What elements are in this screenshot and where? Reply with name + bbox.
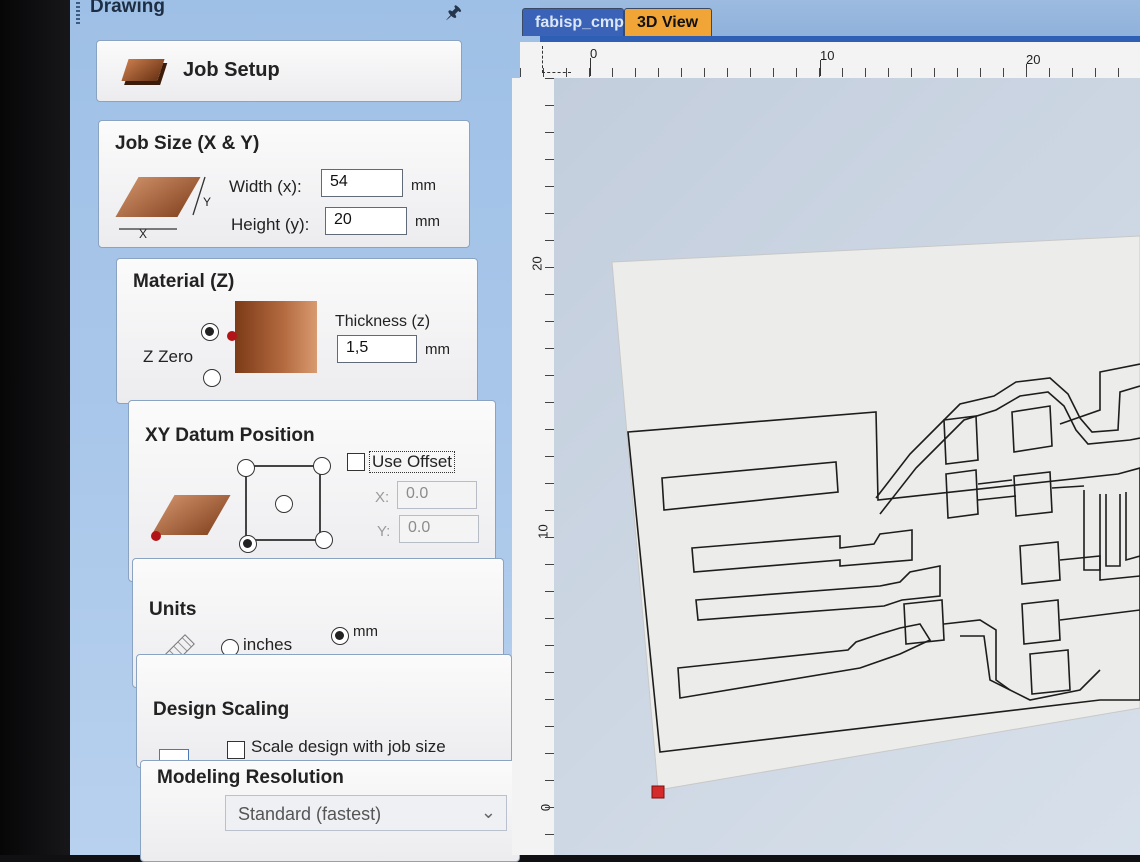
job-sheet <box>611 235 1140 791</box>
material-section: Material (Z) Z Zero Thickness (z) 1,5 mm <box>116 258 478 404</box>
dimension-arrows-icon <box>119 176 206 230</box>
datum-center-radio[interactable] <box>275 495 293 513</box>
height-label: Height (y): <box>231 215 310 234</box>
datum-plate-icon <box>151 495 231 535</box>
material-block-icon <box>235 301 317 373</box>
panel-grip-icon[interactable] <box>76 2 80 24</box>
units-mm-label: mm <box>353 623 378 640</box>
job-size-section: Job Size (X & Y) X Y Width (x): 54 mm He… <box>98 120 470 248</box>
scale-design-checkbox[interactable] <box>227 741 245 759</box>
drawing-panel: Drawing 🖈 Job Setup Job Size (X & Y) X Y… <box>70 0 542 862</box>
modeling-resolution-section: Modeling Resolution Standard (fastest) ⌄ <box>140 760 520 862</box>
job-setup-label: Job Setup <box>183 59 280 81</box>
chevron-down-icon: ⌄ <box>480 802 496 822</box>
thickness-unit: mm <box>425 341 450 358</box>
zzero-top-radio[interactable] <box>201 323 219 341</box>
use-offset-checkbox[interactable] <box>347 453 365 471</box>
xy-datum-title: XY Datum Position <box>145 425 315 446</box>
panel-title: Drawing <box>90 0 165 17</box>
thickness-input[interactable]: 1,5 <box>337 335 417 363</box>
units-inches-label: inches <box>243 635 293 654</box>
resolution-selected-value: Standard (fastest) <box>238 804 382 824</box>
pin-icon[interactable]: 🖈 <box>445 0 462 30</box>
monitor-bezel <box>0 0 70 855</box>
resolution-select[interactable]: Standard (fastest) ⌄ <box>225 795 507 831</box>
job-size-title: Job Size (X & Y) <box>115 133 260 154</box>
width-unit: mm <box>411 177 436 194</box>
job-setup-icon <box>121 59 165 81</box>
units-mm-radio[interactable] <box>331 627 349 645</box>
job-setup-header: Job Setup <box>96 40 462 102</box>
offset-x-input[interactable]: 0.0 <box>397 481 477 509</box>
document-area: fabisp_cmp 3D View 0 10 20 20 10 0 <box>512 0 1140 855</box>
height-input[interactable]: 20 <box>325 207 407 235</box>
xy-datum-section: XY Datum Position Use Offset X: 0.0 Y: 0… <box>128 400 496 582</box>
modeling-resolution-title: Modeling Resolution <box>157 767 344 788</box>
axis-x-label: X <box>139 227 148 241</box>
offset-y-label: Y: <box>377 523 391 540</box>
axis-y-label: Y <box>203 195 212 209</box>
thickness-label: Thickness (z) <box>335 313 431 330</box>
datum-bottom-left-radio[interactable] <box>239 535 257 553</box>
datum-top-left-radio[interactable] <box>237 459 255 477</box>
height-unit: mm <box>415 213 440 230</box>
scale-design-label: Scale design with job size <box>251 737 446 756</box>
design-scaling-section: Design Scaling Scale design with job siz… <box>136 654 512 773</box>
zzero-bottom-radio[interactable] <box>203 369 221 387</box>
use-offset-label: Use Offset <box>369 451 455 473</box>
datum-bottom-right-radio[interactable] <box>315 531 333 549</box>
zzero-marker-icon <box>227 331 237 341</box>
datum-marker-icon <box>151 531 161 541</box>
zzero-label: Z Zero <box>143 347 194 366</box>
material-title: Material (Z) <box>133 271 235 292</box>
origin-marker-icon <box>651 785 665 799</box>
design-scaling-title: Design Scaling <box>153 699 290 720</box>
width-label: Width (x): <box>229 177 302 196</box>
units-title: Units <box>149 599 197 620</box>
pcb-drawing[interactable] <box>540 0 1140 855</box>
datum-top-right-radio[interactable] <box>313 457 331 475</box>
offset-x-label: X: <box>375 489 390 506</box>
offset-y-input[interactable]: 0.0 <box>399 515 479 543</box>
width-input[interactable]: 54 <box>321 169 403 197</box>
